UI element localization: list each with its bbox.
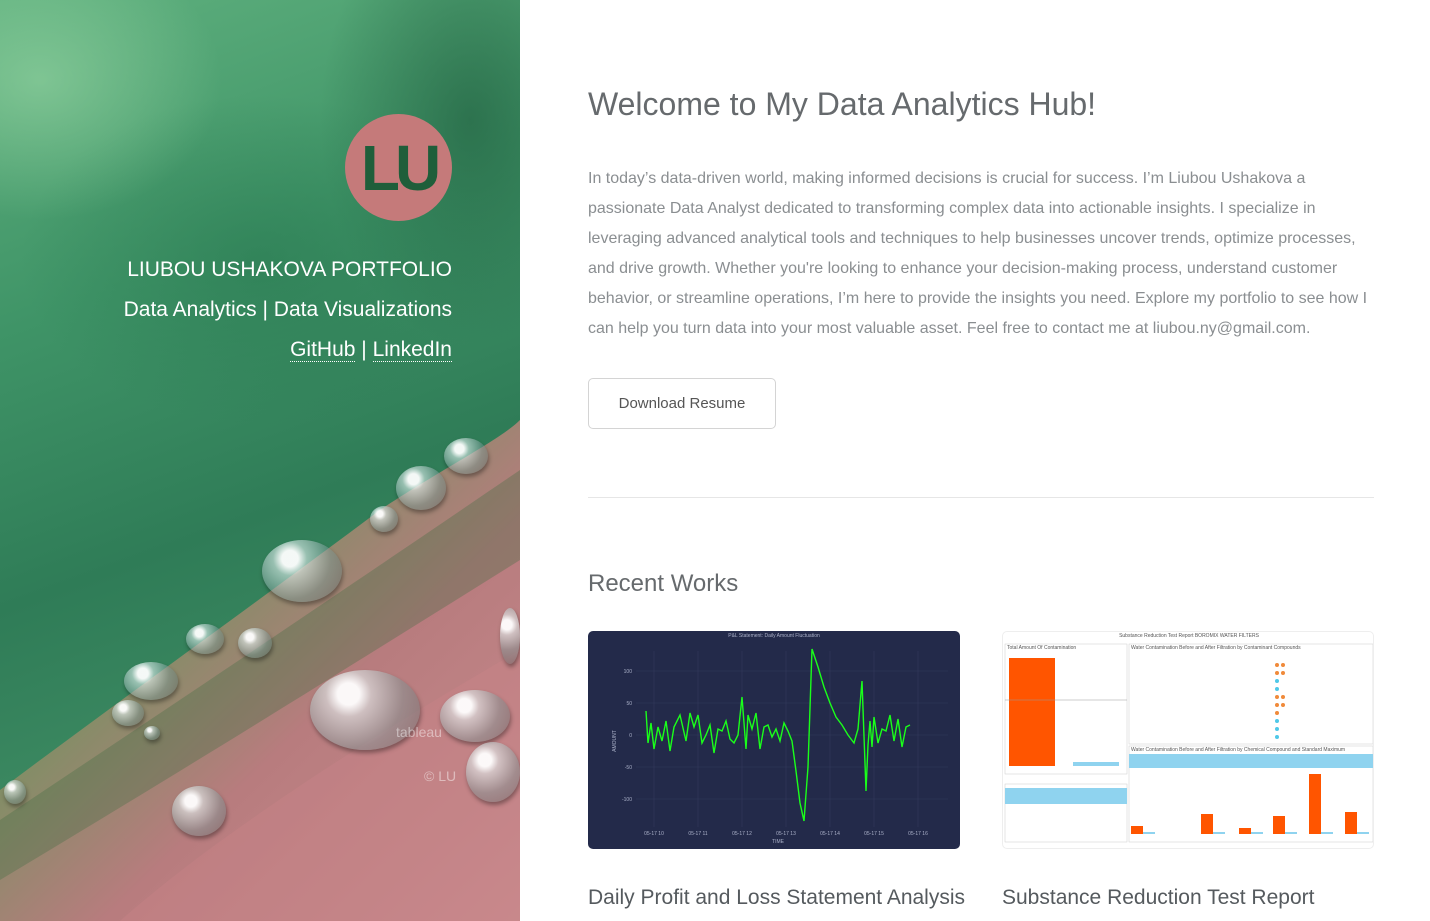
after-filtration-bar <box>1073 762 1119 766</box>
work-title-pl[interactable]: Daily Profit and Loss Statement Analysis <box>588 886 965 910</box>
water-drop <box>440 690 510 742</box>
portfolio-subtitle: Data Analytics | Data Visualizations <box>123 298 452 321</box>
pl-x-tick-label: 05-17 11 <box>688 831 708 837</box>
download-resume-button[interactable]: Download Resume <box>588 378 776 429</box>
pl-x-tick-label: 05-17 10 <box>644 831 664 837</box>
water-drop <box>4 780 26 804</box>
water-drop <box>186 624 224 654</box>
water-drop <box>124 662 178 700</box>
copyright-watermark: © LU <box>424 768 457 784</box>
hero-text-block: LIUBOU USHAKOVA PORTFOLIO Data Analytics… <box>124 250 452 370</box>
pl-y-tick-label: 0 <box>629 733 632 739</box>
pl-x-tick-label: 05-17 14 <box>820 831 840 837</box>
work-card-substance-report[interactable]: Substance Reduction Test Report BOROMIX … <box>1002 631 1374 909</box>
pl-y-tick-label: -50 <box>625 765 632 771</box>
water-drop <box>112 700 144 726</box>
link-separator: | <box>361 338 367 361</box>
recent-works-heading: Recent Works <box>588 570 739 597</box>
pl-x-tick-label: 05-17 12 <box>732 831 752 837</box>
pl-x-axis-label: TIME <box>772 839 785 845</box>
substance-report-thumbnail[interactable]: Substance Reduction Test Report BOROMIX … <box>1002 631 1374 849</box>
pl-y-tick-label: 100 <box>624 669 633 675</box>
portfolio-name: LIUBOU USHAKOVA PORTFOLIO <box>127 258 452 281</box>
water-drop <box>444 438 488 474</box>
water-drop <box>144 726 160 740</box>
linkedin-link[interactable]: LinkedIn <box>372 338 452 362</box>
hero-panel: tableau © LU LU LIUBOU USHAKOVA PORTFOLI… <box>0 0 520 921</box>
pl-chart-title: P&L Statement: Daily Amount Fluctuation <box>728 633 820 639</box>
logo-badge: LU <box>345 114 452 221</box>
pl-chart-image: P&L Statement: Daily Amount Fluctuation … <box>612 633 948 845</box>
water-drop <box>172 786 226 836</box>
pl-y-axis-label: AMOUNT <box>612 730 618 752</box>
work-title-substance[interactable]: Substance Reduction Test Report <box>1002 886 1314 910</box>
social-links: GitHub | LinkedIn <box>124 330 452 370</box>
logo-text: LU <box>360 131 441 204</box>
bottom-panel-title: Water Contamination Before and After Fil… <box>1131 747 1345 753</box>
before-filtration-bar <box>1009 658 1055 766</box>
github-link[interactable]: GitHub <box>290 338 356 362</box>
pl-x-tick-label: 05-17 13 <box>776 831 796 837</box>
work-card-pl-statement[interactable]: P&L Statement: Daily Amount Fluctuation … <box>588 631 965 909</box>
left-panel-title: Total Amount Of Contamination <box>1007 645 1076 651</box>
pl-x-tick-label: 05-17 16 <box>908 831 928 837</box>
intro-paragraph: In today’s data-driven world, making inf… <box>588 170 1368 337</box>
pl-chart-thumbnail[interactable]: P&L Statement: Daily Amount Fluctuation … <box>588 631 960 849</box>
pl-y-tick-label: 50 <box>626 701 632 707</box>
substance-report-image: Substance Reduction Test Report BOROMIX … <box>1004 633 1373 843</box>
tableau-watermark: tableau <box>396 724 442 740</box>
water-drop <box>466 742 520 802</box>
water-drop <box>500 608 520 664</box>
water-drop <box>396 466 446 510</box>
right-panel-title: Water Contamination Before and After Fil… <box>1131 645 1301 651</box>
pl-x-tick-label: 05-17 15 <box>864 831 884 837</box>
water-drop <box>238 628 272 658</box>
section-divider <box>588 497 1374 498</box>
water-drop <box>262 540 342 602</box>
water-drop <box>370 506 398 532</box>
page-title: Welcome to My Data Analytics Hub! <box>588 86 1097 122</box>
report-title: Substance Reduction Test Report BOROMIX … <box>1119 633 1260 639</box>
pl-y-tick-label: -100 <box>622 797 632 803</box>
